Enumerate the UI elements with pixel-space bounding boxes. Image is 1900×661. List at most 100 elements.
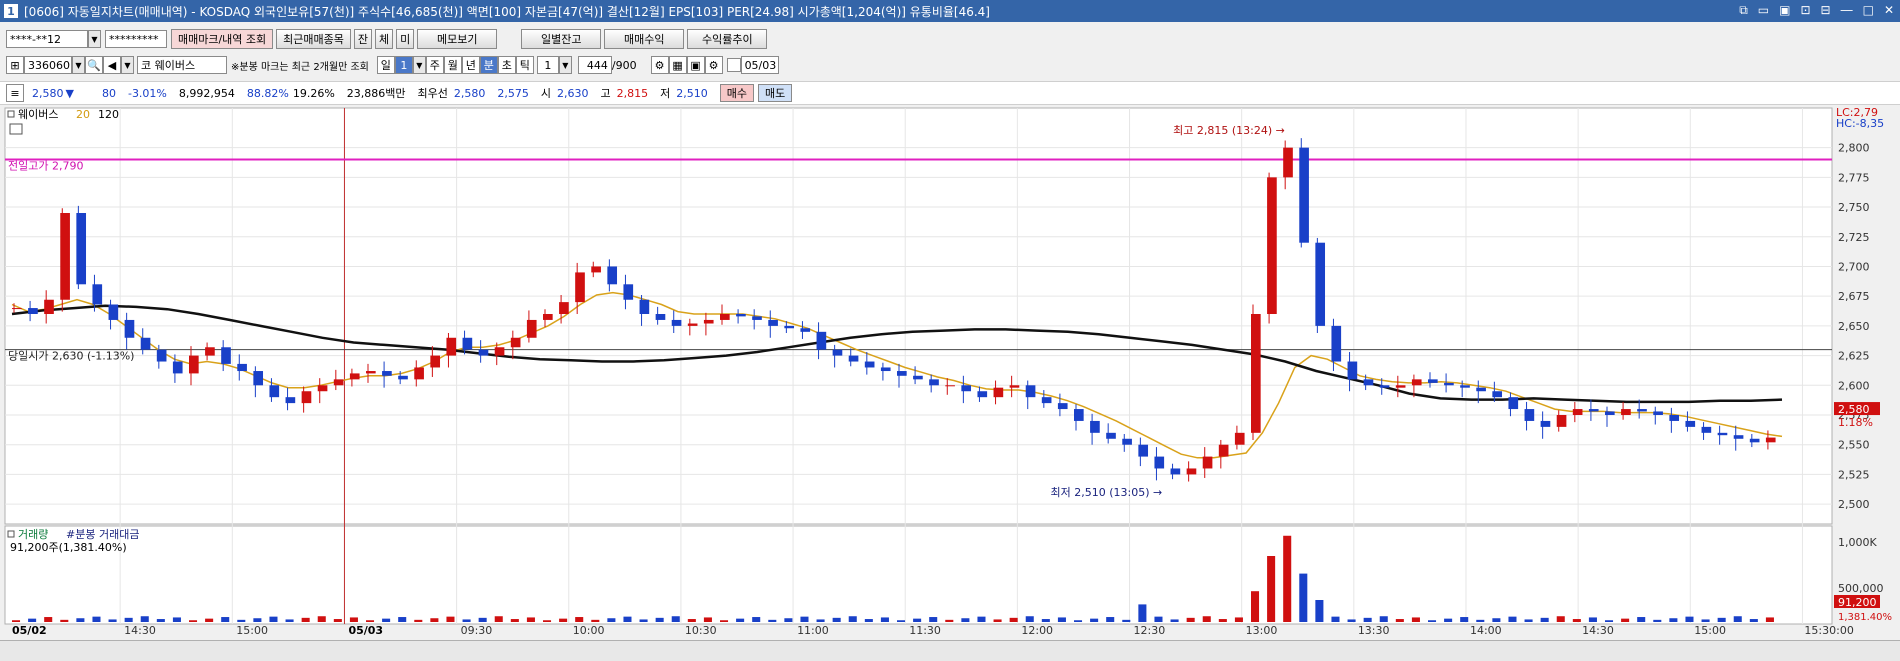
chevron-down-icon[interactable]: ▼ [121, 56, 134, 74]
recent-trades-button[interactable]: 최근매매종목 [276, 29, 351, 49]
quote-icon: ≡ [6, 84, 24, 102]
volume-bar [478, 617, 487, 622]
memo-view-button[interactable]: 메모보기 [417, 29, 498, 49]
chevron-down-icon[interactable]: ▼ [558, 56, 572, 74]
volume-bar [1009, 617, 1018, 622]
volume-bar [1556, 616, 1565, 622]
candle-body [880, 367, 891, 372]
x-tick-label: 14:00 [1470, 624, 1502, 637]
volume-bar [237, 619, 246, 622]
candle-body [1186, 468, 1197, 475]
volume-bar [1669, 618, 1678, 622]
sell-button[interactable]: 매도 [758, 84, 793, 102]
password-field[interactable]: ********* [105, 30, 167, 48]
tile-icon[interactable]: ⊡ [1800, 3, 1810, 18]
stock-code-input[interactable]: 336060 [24, 56, 72, 74]
period-second[interactable]: 초 [497, 56, 516, 74]
volume-bar [897, 620, 906, 622]
candle-body [1379, 385, 1390, 388]
filled-button[interactable]: 체 [375, 29, 394, 49]
code-search-icon[interactable]: ⊞ [6, 56, 24, 74]
candle-body [1299, 147, 1309, 243]
volume-bar [543, 620, 552, 622]
volume-bar [961, 618, 970, 622]
volume-bar [526, 617, 535, 622]
candle-body [1669, 415, 1680, 421]
volume-bar [349, 617, 358, 622]
price-chart[interactable]: 2,800 2,775 2,750 2,725 2,700 2,675 2,650 2,625… [0, 106, 1900, 660]
candle-body [349, 373, 360, 380]
volume-bar [1637, 617, 1646, 622]
volume-current-pct: 1,381.40% [1838, 612, 1892, 623]
candle-body [1218, 444, 1229, 457]
chevron-down-icon[interactable]: ▼ [412, 56, 426, 74]
account-select[interactable]: ****-**12 [6, 30, 88, 48]
date-input[interactable]: 05/03 [740, 56, 779, 74]
period-week[interactable]: 주 [425, 56, 444, 74]
chevron-down-icon[interactable]: ▼ [72, 56, 85, 74]
horizontal-scrollbar[interactable] [0, 640, 1900, 661]
save-icon[interactable]: ▣ [686, 56, 705, 74]
candle-body [623, 284, 634, 300]
volume-bar [1717, 617, 1726, 622]
return-trend-button[interactable]: 수익률추이 [687, 29, 768, 49]
min-icon[interactable]: ― [1841, 3, 1853, 18]
interval-input[interactable]: 1 [536, 56, 559, 74]
count-input[interactable]: 444 [577, 56, 612, 74]
trade-profit-button[interactable]: 매매수익 [604, 29, 685, 49]
volume-bar [1202, 616, 1211, 622]
y-tick-label: 2,625 [1838, 350, 1870, 363]
candle-body [205, 347, 215, 356]
candle-body [1074, 409, 1084, 421]
candle-body [253, 371, 264, 386]
x-tick-label: 10:00 [573, 624, 605, 637]
max-icon[interactable]: □ [1863, 3, 1874, 18]
daily-balance-button[interactable]: 일별잔고 [521, 29, 602, 49]
volume-bar [1701, 619, 1710, 622]
grid-icon[interactable]: ▦ [668, 56, 687, 74]
chart-settings-icon[interactable]: ⚙ [650, 56, 669, 74]
period-day[interactable]: 일 [376, 56, 395, 74]
volume-bar [333, 619, 342, 622]
volume-bar [575, 617, 584, 622]
chevron-down-icon[interactable]: ▼ [88, 30, 101, 48]
close-icon[interactable]: ✕ [1884, 3, 1894, 18]
volume-bar [1765, 617, 1774, 622]
buy-button[interactable]: 매수 [719, 84, 755, 102]
down-arrow-icon: ▼ [65, 86, 74, 100]
x-tick-label: 10:30 [685, 624, 717, 637]
period-minute[interactable]: 분 [479, 56, 498, 74]
candle-body [832, 349, 843, 356]
candle-body [1411, 379, 1422, 386]
minimize-icon[interactable]: ▭ [1758, 3, 1769, 18]
trade-mark-query-button[interactable]: 매매마크/내역 조회 [171, 29, 274, 49]
search-icon[interactable]: 🔍 [85, 56, 103, 74]
period-day-count[interactable]: 1 [394, 56, 413, 74]
volume-bar [1283, 535, 1292, 622]
speaker-icon[interactable]: ◀ [103, 56, 121, 74]
stock-name-field[interactable]: 코 웨이버스 [137, 56, 227, 74]
volume-bar [1621, 618, 1630, 622]
volume-bar [607, 618, 616, 622]
volume-bar [12, 620, 21, 622]
gear-icon[interactable]: ⚙ [704, 56, 723, 74]
low-price: 2,510 [676, 86, 708, 100]
volume-bar [1106, 617, 1115, 622]
candle-body [44, 299, 54, 314]
maximize-icon[interactable]: ▣ [1779, 3, 1790, 18]
restore-icon[interactable]: ⧉ [1739, 3, 1748, 18]
period-year[interactable]: 년 [461, 56, 480, 74]
unfilled-button[interactable]: 미 [396, 29, 415, 49]
candle-body [269, 385, 280, 398]
layout-icon[interactable]: ⊟ [1821, 3, 1831, 18]
period-month[interactable]: 월 [443, 56, 462, 74]
balance-button[interactable]: 잔 [353, 29, 373, 49]
period-tick[interactable]: 틱 [515, 56, 534, 74]
volume-bar [1428, 620, 1437, 622]
volume-tick: 500,000 [1838, 582, 1884, 595]
volume-bar [301, 617, 310, 622]
candle-body [864, 361, 875, 368]
candle-body [1009, 385, 1020, 388]
date-checkbox[interactable] [726, 58, 741, 72]
volume-bar [1057, 617, 1066, 622]
